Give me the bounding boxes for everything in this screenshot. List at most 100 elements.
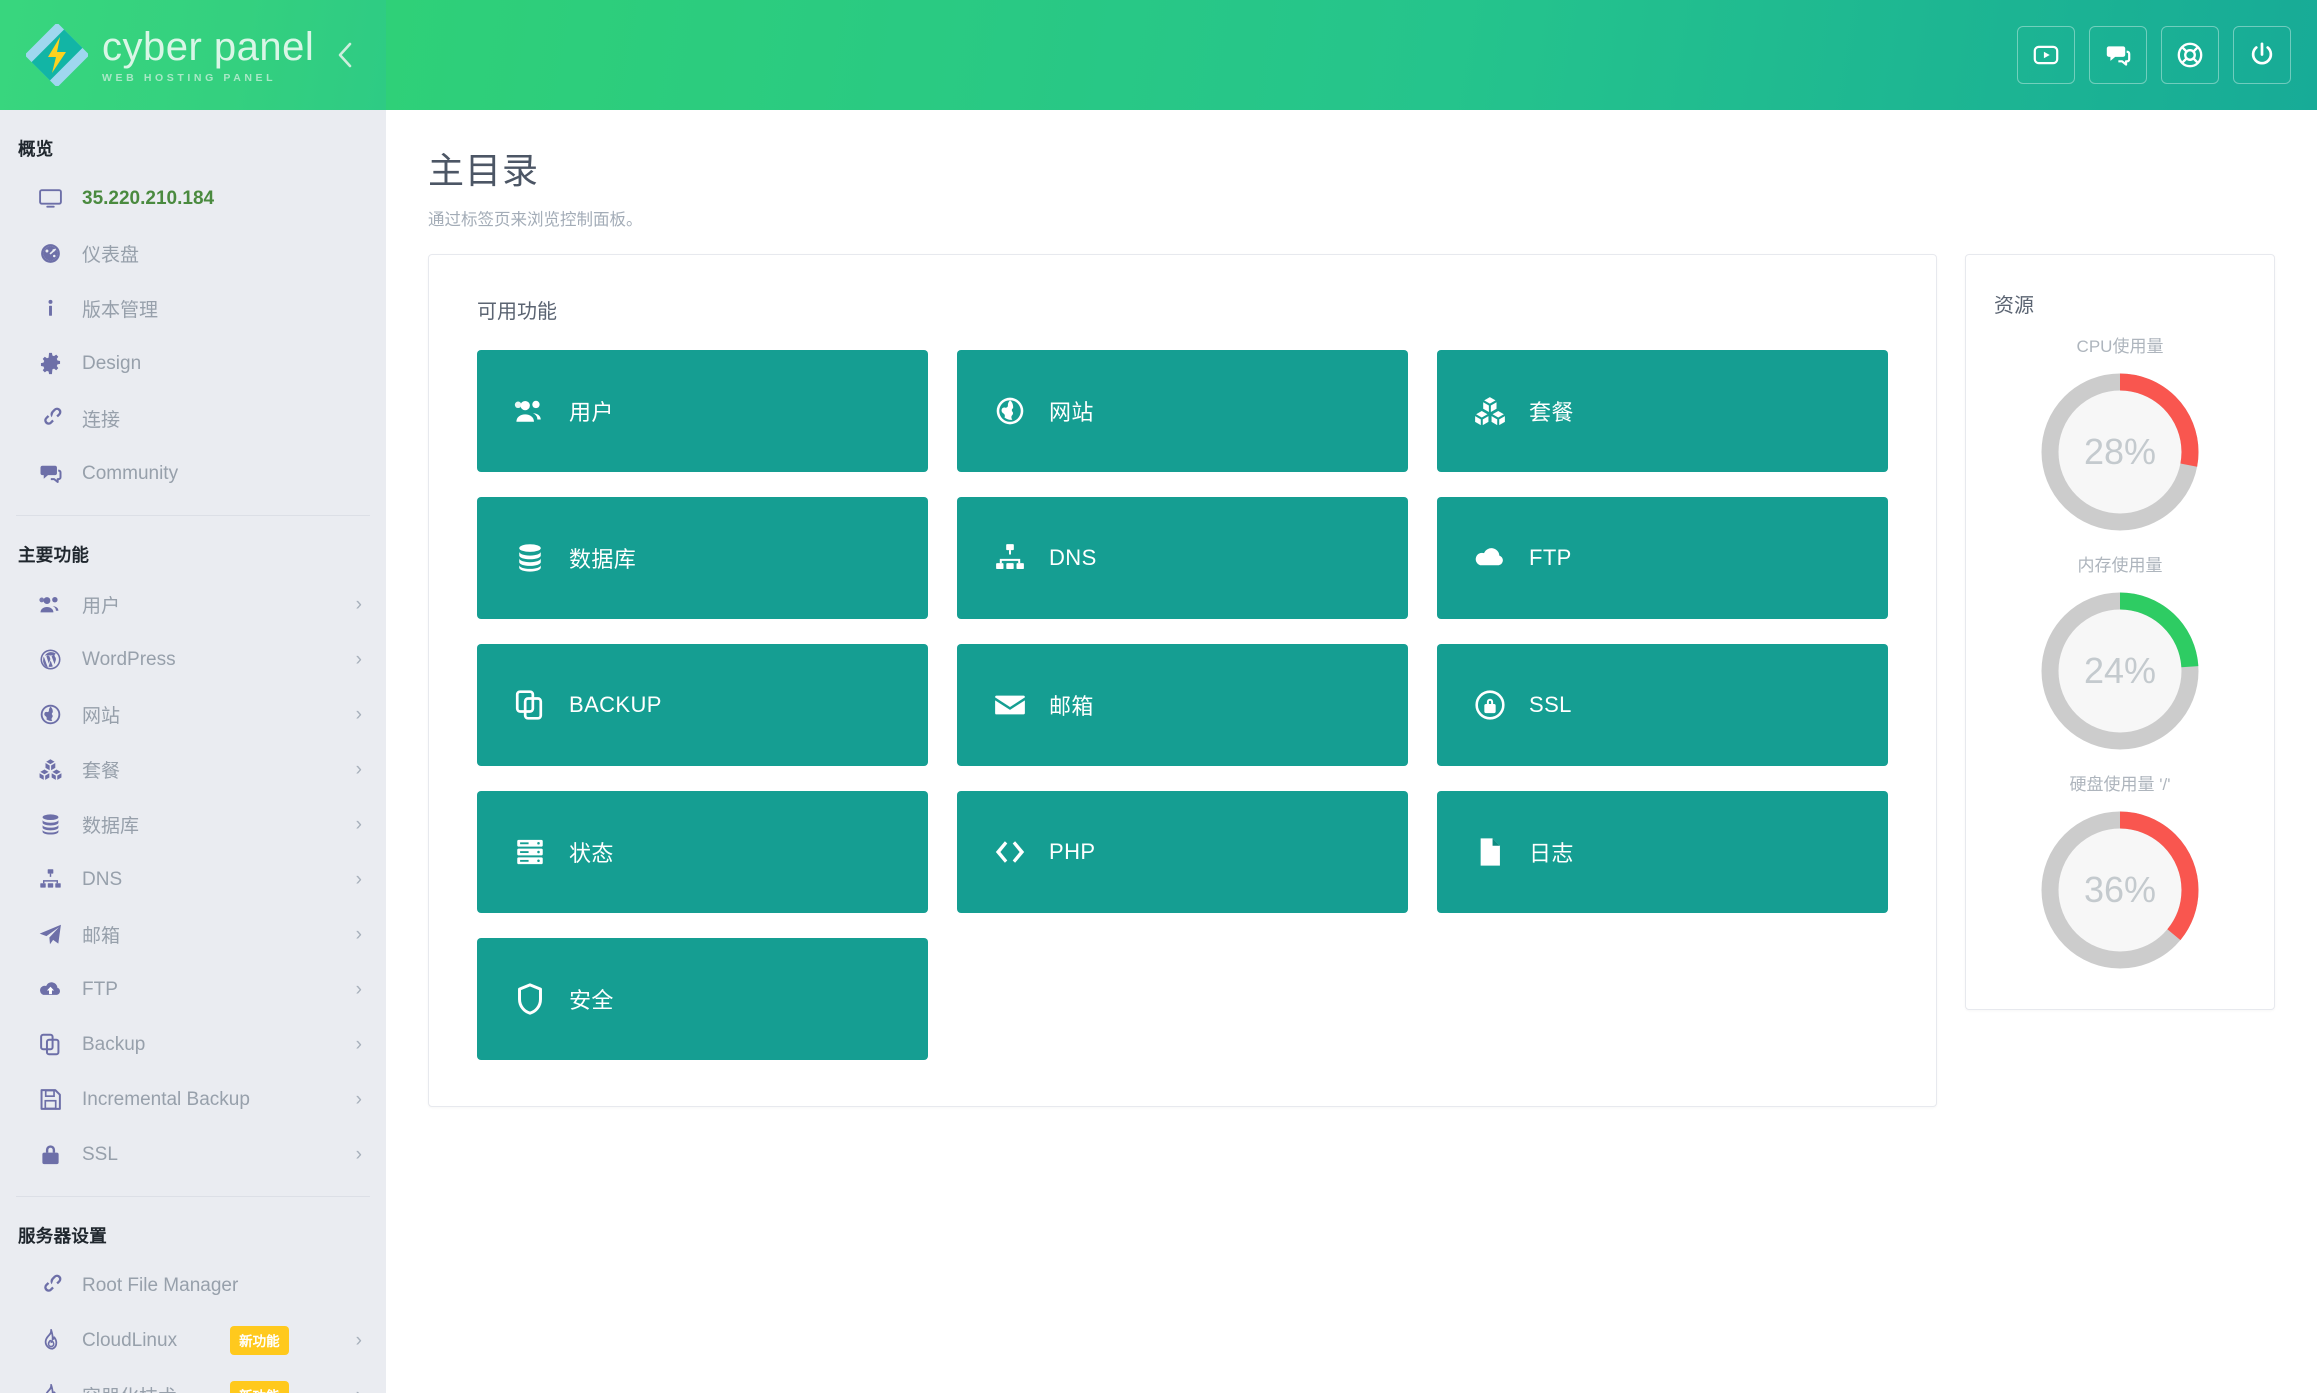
cloud-upload-icon xyxy=(1473,541,1507,575)
sidebar-item-community[interactable]: Community xyxy=(0,446,386,501)
top-header-bar xyxy=(386,0,2317,110)
cubes-icon xyxy=(1469,394,1511,428)
feature-tile-label: 套餐 xyxy=(1529,395,1574,427)
flame-icon xyxy=(38,1383,72,1393)
sidebar-item-cloudlinux[interactable]: CloudLinux新功能› xyxy=(0,1313,386,1368)
sidebar-collapse-button[interactable] xyxy=(332,38,358,72)
cloud-upload-icon xyxy=(38,977,72,1002)
chevron-left-icon xyxy=(336,40,354,70)
sidebar-item-item[interactable]: 容器化技术新功能› xyxy=(0,1368,386,1393)
sidebar-item-label: CloudLinux xyxy=(82,1330,177,1352)
chevron-right-icon: › xyxy=(356,980,362,999)
feature-tile-tile-7[interactable]: 邮箱 xyxy=(957,644,1408,766)
sidebar-item-item[interactable]: 用户› xyxy=(0,577,386,632)
feature-tile-tile-3[interactable]: 数据库 xyxy=(477,497,928,619)
sidebar-item-item[interactable]: 邮箱› xyxy=(0,907,386,962)
feature-tile-grid: 用户 网站 套餐数据库DNSFTP BACKUP邮箱SSL 状态 PHP日志安全 xyxy=(459,350,1906,1060)
support-button[interactable] xyxy=(2161,26,2219,84)
sidebar-item-item[interactable]: 套餐› xyxy=(0,742,386,797)
logout-button[interactable] xyxy=(2233,26,2291,84)
copy-icon xyxy=(38,1032,72,1057)
dashboard-gauge-icon xyxy=(38,241,63,266)
chevron-right-icon: › xyxy=(356,870,362,889)
cubes-icon xyxy=(1473,394,1507,428)
gauge-title: 硬盘使用量 '/' xyxy=(1966,770,2274,795)
comments-icon xyxy=(2104,41,2132,69)
dashboard-gauge-icon xyxy=(38,241,72,266)
users-icon xyxy=(509,394,551,428)
page-title: 主目录 xyxy=(428,142,2317,194)
sidebar-nav[interactable]: 概览 35.220.210.184 仪表盘版本管理 Design连接Community… xyxy=(0,110,386,1393)
feature-tile-tile-2[interactable]: 套餐 xyxy=(1437,350,1888,472)
sidebar-item-incremental-backup[interactable]: Incremental Backup› xyxy=(0,1072,386,1127)
desktop-icon xyxy=(38,186,63,211)
lock-icon xyxy=(38,1142,72,1167)
sidebar-item-item[interactable]: 版本管理 xyxy=(0,281,386,336)
sidebar-item-backup[interactable]: Backup› xyxy=(0,1017,386,1072)
chevron-right-icon: › xyxy=(356,1145,362,1164)
chevron-right-icon: › xyxy=(356,1386,362,1393)
feature-tile-tile-9[interactable]: 状态 xyxy=(477,791,928,913)
sidebar-item-item[interactable]: 仪表盘 xyxy=(0,226,386,281)
database-icon xyxy=(38,812,63,837)
sidebar-item-label: 套餐 xyxy=(82,756,120,783)
feature-tile-label: 状态 xyxy=(569,836,614,868)
feature-tile-tile-12[interactable]: 安全 xyxy=(477,938,928,1060)
feature-tile-tile-1[interactable]: 网站 xyxy=(957,350,1408,472)
power-icon xyxy=(2248,41,2276,69)
feature-tile-backup[interactable]: BACKUP xyxy=(477,644,928,766)
feature-tile-ssl[interactable]: SSL xyxy=(1437,644,1888,766)
feature-tile-dns[interactable]: DNS xyxy=(957,497,1408,619)
feature-tile-label: 网站 xyxy=(1049,395,1094,427)
cyberpanel-diamond-bolt-logo xyxy=(26,24,88,86)
sidebar-item-label: 35.220.210.184 xyxy=(82,188,214,210)
youtube-icon xyxy=(2032,41,2060,69)
sidebar-item-label: 版本管理 xyxy=(82,295,158,322)
sidebar-item-35-220-210-184[interactable]: 35.220.210.184 xyxy=(0,171,386,226)
feature-tile-tile-11[interactable]: 日志 xyxy=(1437,791,1888,913)
youtube-button[interactable] xyxy=(2017,26,2075,84)
sidebar-item-label: WordPress xyxy=(82,649,176,671)
shield-icon xyxy=(509,982,551,1016)
chevron-right-icon: › xyxy=(356,595,362,614)
page-subtitle: 通过标签页来浏览控制面板。 xyxy=(428,206,2317,230)
sidebar-item-item[interactable]: 网站› xyxy=(0,687,386,742)
sitemap-icon xyxy=(989,541,1031,575)
gear-icon xyxy=(38,351,72,376)
sidebar-item-item[interactable]: 数据库› xyxy=(0,797,386,852)
wordpress-icon xyxy=(38,647,72,672)
feature-tile-php[interactable]: PHP xyxy=(957,791,1408,913)
sidebar-item-design[interactable]: Design xyxy=(0,336,386,391)
feature-tile-ftp[interactable]: FTP xyxy=(1437,497,1888,619)
sidebar-section-title: 服务器设置 xyxy=(0,1197,386,1258)
feature-tile-tile-0[interactable]: 用户 xyxy=(477,350,928,472)
chat-button[interactable] xyxy=(2089,26,2147,84)
sidebar-item-wordpress[interactable]: WordPress› xyxy=(0,632,386,687)
floppy-save-icon xyxy=(38,1087,63,1112)
server-icon xyxy=(509,835,551,869)
gauge-title: CPU使用量 xyxy=(1966,332,2274,357)
sidebar-item-item[interactable]: 连接 xyxy=(0,391,386,446)
app-root: cyber panel WEB HOSTING PANEL 概览 35.220.2… xyxy=(0,0,2317,1393)
cloud-upload-icon xyxy=(38,977,63,1002)
sidebar-section-title: 概览 xyxy=(0,110,386,171)
server-icon xyxy=(513,835,547,869)
sidebar-item-root-file-manager[interactable]: Root File Manager xyxy=(0,1258,386,1313)
chevron-right-icon: › xyxy=(356,1331,362,1350)
gauge-ring: 36% xyxy=(2035,805,2205,975)
copy-icon xyxy=(509,688,551,722)
gauge-title: 内存使用量 xyxy=(1966,551,2274,576)
sidebar-item-ftp[interactable]: FTP › xyxy=(0,962,386,1017)
sidebar-item-label: FTP xyxy=(82,979,118,1001)
sidebar-item-ssl[interactable]: SSL› xyxy=(0,1127,386,1182)
lock-circle-icon xyxy=(1473,688,1507,722)
info-icon xyxy=(38,296,72,321)
sidebar-item-label: 邮箱 xyxy=(82,921,120,948)
sitemap-icon xyxy=(993,541,1027,575)
sidebar-item-dns[interactable]: DNS› xyxy=(0,852,386,907)
sidebar-logo-bar: cyber panel WEB HOSTING PANEL xyxy=(0,0,386,110)
life-ring-icon xyxy=(2176,41,2204,69)
comments-icon xyxy=(38,461,63,486)
users-icon xyxy=(513,394,547,428)
sidebar-item-label: 容器化技术 xyxy=(82,1382,177,1393)
